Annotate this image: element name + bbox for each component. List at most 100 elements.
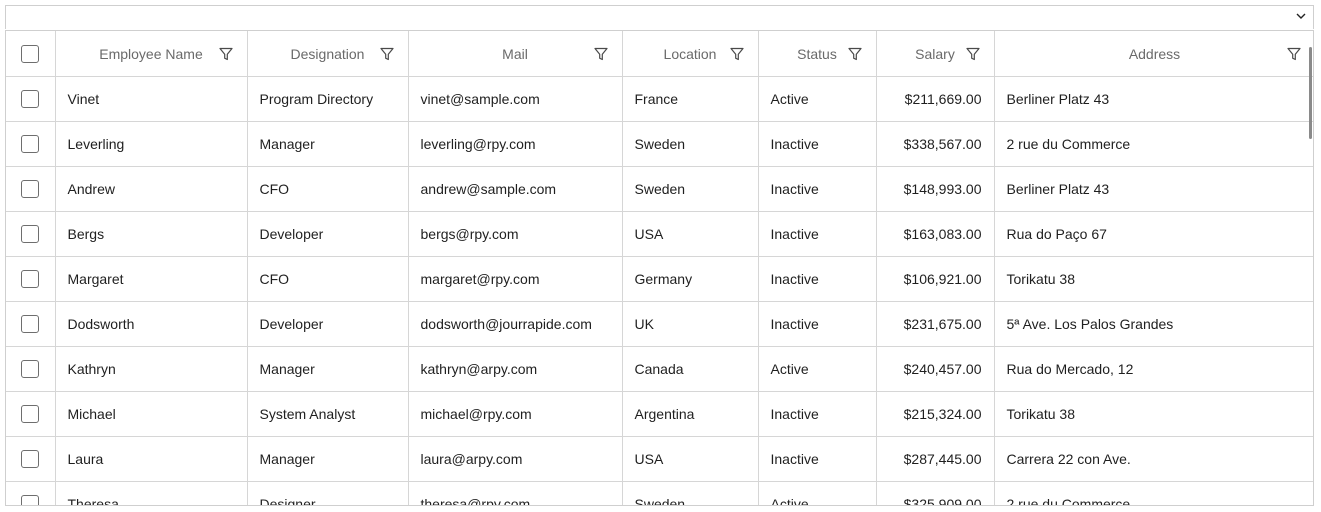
cell-status[interactable]: Inactive [758, 436, 877, 482]
cell-location[interactable]: Sweden [622, 121, 759, 167]
cell-salary[interactable]: $325,909.00 [876, 481, 995, 505]
cell-salary[interactable]: $148,993.00 [876, 166, 995, 212]
row-checkbox[interactable] [21, 270, 40, 289]
cell-designation[interactable]: Developer [247, 211, 409, 257]
cell-salary[interactable]: $287,445.00 [876, 436, 995, 482]
scrollbar-thumb[interactable] [1309, 47, 1312, 139]
cell-location[interactable]: UK [622, 301, 759, 347]
cell-mail[interactable]: dodsworth@jourrapide.com [408, 301, 623, 347]
chevron-down-icon[interactable] [1295, 10, 1307, 22]
cell-location[interactable]: France [622, 76, 759, 122]
cell-designation[interactable]: Manager [247, 121, 409, 167]
table-row[interactable]: Vinet Program Directory vinet@sample.com… [6, 76, 1313, 122]
column-header-location[interactable]: Location [622, 31, 759, 77]
column-header-designation[interactable]: Designation [247, 31, 409, 77]
row-checkbox[interactable] [21, 360, 40, 379]
cell-location[interactable]: Sweden [622, 166, 759, 212]
cell-mail[interactable]: bergs@rpy.com [408, 211, 623, 257]
filter-icon[interactable] [729, 47, 744, 61]
cell-address[interactable]: Torikatu 38 [994, 391, 1313, 437]
cell-designation[interactable]: Manager [247, 436, 409, 482]
cell-employee-name[interactable]: Leverling [55, 121, 248, 167]
cell-status[interactable]: Inactive [758, 166, 877, 212]
cell-location[interactable]: Germany [622, 256, 759, 302]
cell-salary[interactable]: $106,921.00 [876, 256, 995, 302]
cell-employee-name[interactable]: Theresa [55, 481, 248, 505]
cell-mail[interactable]: andrew@sample.com [408, 166, 623, 212]
row-checkbox[interactable] [21, 450, 40, 469]
cell-employee-name[interactable]: Andrew [55, 166, 248, 212]
filter-icon[interactable] [1286, 47, 1301, 61]
filter-icon[interactable] [593, 47, 608, 61]
cell-employee-name[interactable]: Michael [55, 391, 248, 437]
cell-employee-name[interactable]: Laura [55, 436, 248, 482]
cell-designation[interactable]: Developer [247, 301, 409, 347]
cell-status[interactable]: Inactive [758, 391, 877, 437]
column-header-employee-name[interactable]: Employee Name [55, 31, 248, 77]
row-checkbox[interactable] [21, 495, 40, 505]
cell-salary[interactable]: $231,675.00 [876, 301, 995, 347]
cell-status[interactable]: Inactive [758, 211, 877, 257]
row-checkbox[interactable] [21, 90, 40, 109]
table-row[interactable]: Leverling Manager leverling@rpy.com Swed… [6, 121, 1313, 167]
cell-mail[interactable]: margaret@rpy.com [408, 256, 623, 302]
cell-salary[interactable]: $338,567.00 [876, 121, 995, 167]
cell-status[interactable]: Inactive [758, 121, 877, 167]
cell-address[interactable]: Berliner Platz 43 [994, 76, 1313, 122]
cell-mail[interactable]: vinet@sample.com [408, 76, 623, 122]
filter-icon[interactable] [965, 47, 980, 61]
filter-icon[interactable] [218, 47, 233, 61]
table-row[interactable]: Andrew CFO andrew@sample.com Sweden Inac… [6, 166, 1313, 212]
row-checkbox[interactable] [21, 315, 40, 334]
table-row[interactable]: Theresa Designer theresa@rpy.com Sweden … [6, 481, 1313, 505]
column-header-status[interactable]: Status [758, 31, 877, 77]
cell-designation[interactable]: CFO [247, 256, 409, 302]
cell-address[interactable]: 2 rue du Commerce [994, 121, 1313, 167]
cell-address[interactable]: 5ª Ave. Los Palos Grandes [994, 301, 1313, 347]
cell-designation[interactable]: System Analyst [247, 391, 409, 437]
cell-address[interactable]: 2 rue du Commerce [994, 481, 1313, 505]
cell-location[interactable]: USA [622, 436, 759, 482]
row-checkbox[interactable] [21, 405, 40, 424]
filter-icon[interactable] [847, 47, 862, 61]
table-row[interactable]: Kathryn Manager kathryn@arpy.com Canada … [6, 346, 1313, 392]
cell-designation[interactable]: CFO [247, 166, 409, 212]
table-row[interactable]: Laura Manager laura@arpy.com USA Inactiv… [6, 436, 1313, 482]
column-header-salary[interactable]: Salary [876, 31, 995, 77]
cell-employee-name[interactable]: Vinet [55, 76, 248, 122]
column-header-address[interactable]: Address [994, 31, 1313, 77]
cell-designation[interactable]: Manager [247, 346, 409, 392]
cell-status[interactable]: Active [758, 481, 877, 505]
cell-employee-name[interactable]: Kathryn [55, 346, 248, 392]
vertical-scrollbar[interactable] [1307, 31, 1313, 505]
cell-mail[interactable]: kathryn@arpy.com [408, 346, 623, 392]
cell-employee-name[interactable]: Bergs [55, 211, 248, 257]
cell-status[interactable]: Inactive [758, 301, 877, 347]
cell-salary[interactable]: $240,457.00 [876, 346, 995, 392]
cell-designation[interactable]: Designer [247, 481, 409, 505]
cell-status[interactable]: Active [758, 346, 877, 392]
cell-address[interactable]: Torikatu 38 [994, 256, 1313, 302]
cell-mail[interactable]: theresa@rpy.com [408, 481, 623, 505]
cell-mail[interactable]: michael@rpy.com [408, 391, 623, 437]
row-checkbox[interactable] [21, 135, 40, 154]
cell-employee-name[interactable]: Margaret [55, 256, 248, 302]
cell-location[interactable]: Argentina [622, 391, 759, 437]
cell-address[interactable]: Carrera 22 con Ave. [994, 436, 1313, 482]
cell-location[interactable]: Sweden [622, 481, 759, 505]
cell-designation[interactable]: Program Directory [247, 76, 409, 122]
cell-location[interactable]: USA [622, 211, 759, 257]
table-row[interactable]: Michael System Analyst michael@rpy.com A… [6, 391, 1313, 437]
cell-status[interactable]: Inactive [758, 256, 877, 302]
cell-address[interactable]: Rua do Paço 67 [994, 211, 1313, 257]
table-row[interactable]: Bergs Developer bergs@rpy.com USA Inacti… [6, 211, 1313, 257]
cell-salary[interactable]: $163,083.00 [876, 211, 995, 257]
cell-mail[interactable]: leverling@rpy.com [408, 121, 623, 167]
cell-address[interactable]: Rua do Mercado, 12 [994, 346, 1313, 392]
table-row[interactable]: Margaret CFO margaret@rpy.com Germany In… [6, 256, 1313, 302]
cell-salary[interactable]: $211,669.00 [876, 76, 995, 122]
filter-icon[interactable] [379, 47, 394, 61]
table-row[interactable]: Dodsworth Developer dodsworth@jourrapide… [6, 301, 1313, 347]
row-checkbox[interactable] [21, 225, 40, 244]
select-all-checkbox[interactable] [21, 44, 40, 63]
